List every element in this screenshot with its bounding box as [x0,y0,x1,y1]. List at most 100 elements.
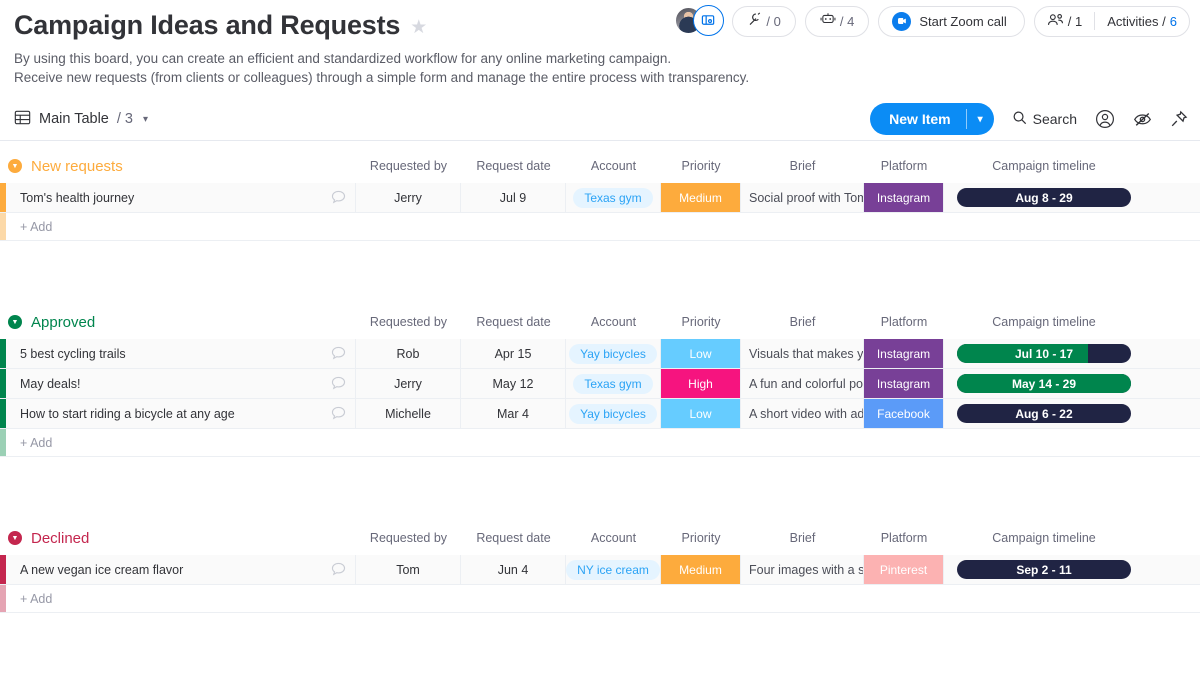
column-header[interactable]: Request date [461,315,566,329]
platform-badge: Instagram [864,183,943,212]
table-row[interactable]: 5 best cycling trailsRobApr 15Yay bicycl… [0,339,1200,369]
cell-account[interactable]: NY ice cream [566,555,661,584]
comment-icon[interactable] [321,405,355,422]
cell-account[interactable]: Texas gym [566,183,661,212]
cell-account[interactable]: Yay bicycles [566,399,661,428]
table-row[interactable]: Tom's health journeyJerryJul 9Texas gymM… [0,183,1200,213]
person-circle-icon[interactable] [1095,109,1115,129]
cell-item-name[interactable]: May deals! [6,369,356,398]
column-header[interactable]: Platform [864,531,944,545]
cell-request-date[interactable]: May 12 [461,369,566,398]
cell-account[interactable]: Yay bicycles [566,339,661,368]
column-header[interactable]: Campaign timeline [944,159,1144,173]
cell-priority[interactable]: Medium [661,183,741,212]
cell-priority[interactable]: Medium [661,555,741,584]
collapse-group-icon[interactable]: ▼ [8,531,22,545]
comment-icon[interactable] [321,375,355,392]
cell-brief[interactable]: A short video with adults … [741,399,864,428]
integrations-count: / 4 [840,14,854,29]
add-item-row[interactable]: + Add [0,429,1200,457]
cell-request-date[interactable]: Mar 4 [461,399,566,428]
cell-platform[interactable]: Facebook [864,399,944,428]
cell-request-date[interactable]: Jul 9 [461,183,566,212]
cell-campaign-timeline[interactable]: May 14 - 29 [944,369,1144,398]
collapse-group-icon[interactable]: ▼ [8,315,22,329]
cell-brief[interactable]: A fun and colorful post s… [741,369,864,398]
cell-priority[interactable]: Low [661,339,741,368]
collapse-group-icon[interactable]: ▼ [8,159,22,173]
comment-icon[interactable] [321,561,355,578]
cell-requested-by[interactable]: Michelle [356,399,461,428]
column-header[interactable]: Platform [864,315,944,329]
cell-platform[interactable]: Pinterest [864,555,944,584]
add-item-row[interactable]: + Add [0,213,1200,241]
cell-requested-by[interactable]: Jerry [356,183,461,212]
cell-item-name[interactable]: How to start riding a bicycle at any age [6,399,356,428]
integrations-pill[interactable]: / 4 [805,6,869,37]
activities-button[interactable]: Activities / 6 [1095,7,1189,36]
column-header[interactable]: Request date [461,159,566,173]
comment-icon[interactable] [321,189,355,206]
cell-item-name[interactable]: A new vegan ice cream flavor [6,555,356,584]
column-header[interactable]: Account [566,315,661,329]
column-header[interactable]: Platform [864,159,944,173]
cell-priority[interactable]: Low [661,399,741,428]
add-item-label[interactable]: + Add [6,220,52,234]
cell-brief[interactable]: Visuals that makes you … [741,339,864,368]
group-title[interactable]: Declined [31,530,89,547]
column-header[interactable]: Account [566,531,661,545]
column-header[interactable]: Requested by [356,159,461,173]
cell-item-name[interactable]: Tom's health journey [6,183,356,212]
comment-icon[interactable] [321,345,355,362]
cell-requested-by[interactable]: Tom [356,555,461,584]
cell-requested-by[interactable]: Rob [356,339,461,368]
column-header[interactable]: Campaign timeline [944,531,1144,545]
new-item-chevron-down-icon[interactable]: ▾ [967,103,994,135]
add-item-label[interactable]: + Add [6,436,52,450]
pin-icon[interactable] [1170,110,1188,128]
cell-item-name[interactable]: 5 best cycling trails [6,339,356,368]
cell-brief[interactable]: Four images with a short … [741,555,864,584]
cell-platform[interactable]: Instagram [864,369,944,398]
cell-requested-by[interactable]: Jerry [356,369,461,398]
cell-campaign-timeline[interactable]: Sep 2 - 11 [944,555,1144,584]
group-title[interactable]: Approved [31,314,95,331]
chevron-down-icon[interactable]: ▾ [143,114,148,125]
cell-request-date[interactable]: Jun 4 [461,555,566,584]
tab-main-table[interactable]: Main Table / 3 ▾ [14,109,148,130]
column-header[interactable]: Account [566,159,661,173]
cell-platform[interactable]: Instagram [864,339,944,368]
cell-platform[interactable]: Instagram [864,183,944,212]
cell-request-date[interactable]: Apr 15 [461,339,566,368]
add-item-row[interactable]: + Add [0,585,1200,613]
cell-campaign-timeline[interactable]: Aug 8 - 29 [944,183,1144,212]
new-item-button[interactable]: New Item ▾ [870,103,994,135]
column-header[interactable]: Brief [741,159,864,173]
column-header[interactable]: Requested by [356,531,461,545]
add-item-label[interactable]: + Add [6,592,52,606]
cell-campaign-timeline[interactable]: Jul 10 - 17 [944,339,1144,368]
start-zoom-call-button[interactable]: Start Zoom call [878,6,1024,37]
column-header[interactable]: Brief [741,315,864,329]
board-members-button[interactable]: / 1 [1035,7,1094,36]
column-header[interactable]: Priority [661,159,741,173]
column-header[interactable]: Priority [661,531,741,545]
column-header[interactable]: Requested by [356,315,461,329]
cell-priority[interactable]: High [661,369,741,398]
cell-account[interactable]: Texas gym [566,369,661,398]
cell-campaign-timeline[interactable]: Aug 6 - 22 [944,399,1144,428]
table-row[interactable]: A new vegan ice cream flavorTomJun 4NY i… [0,555,1200,585]
group-title[interactable]: New requests [31,158,123,175]
search-button[interactable]: Search [1012,110,1077,128]
automations-pill[interactable]: / 0 [732,6,795,37]
column-header[interactable]: Brief [741,531,864,545]
table-row[interactable]: How to start riding a bicycle at any age… [0,399,1200,429]
eye-slash-icon[interactable] [1133,111,1152,128]
board-presentation-icon[interactable] [693,5,724,36]
column-header[interactable]: Priority [661,315,741,329]
table-row[interactable]: May deals!JerryMay 12Texas gymHighA fun … [0,369,1200,399]
cell-brief[interactable]: Social proof with Tom's s… [741,183,864,212]
star-icon[interactable]: ★ [410,18,427,37]
column-header[interactable]: Request date [461,531,566,545]
column-header[interactable]: Campaign timeline [944,315,1144,329]
